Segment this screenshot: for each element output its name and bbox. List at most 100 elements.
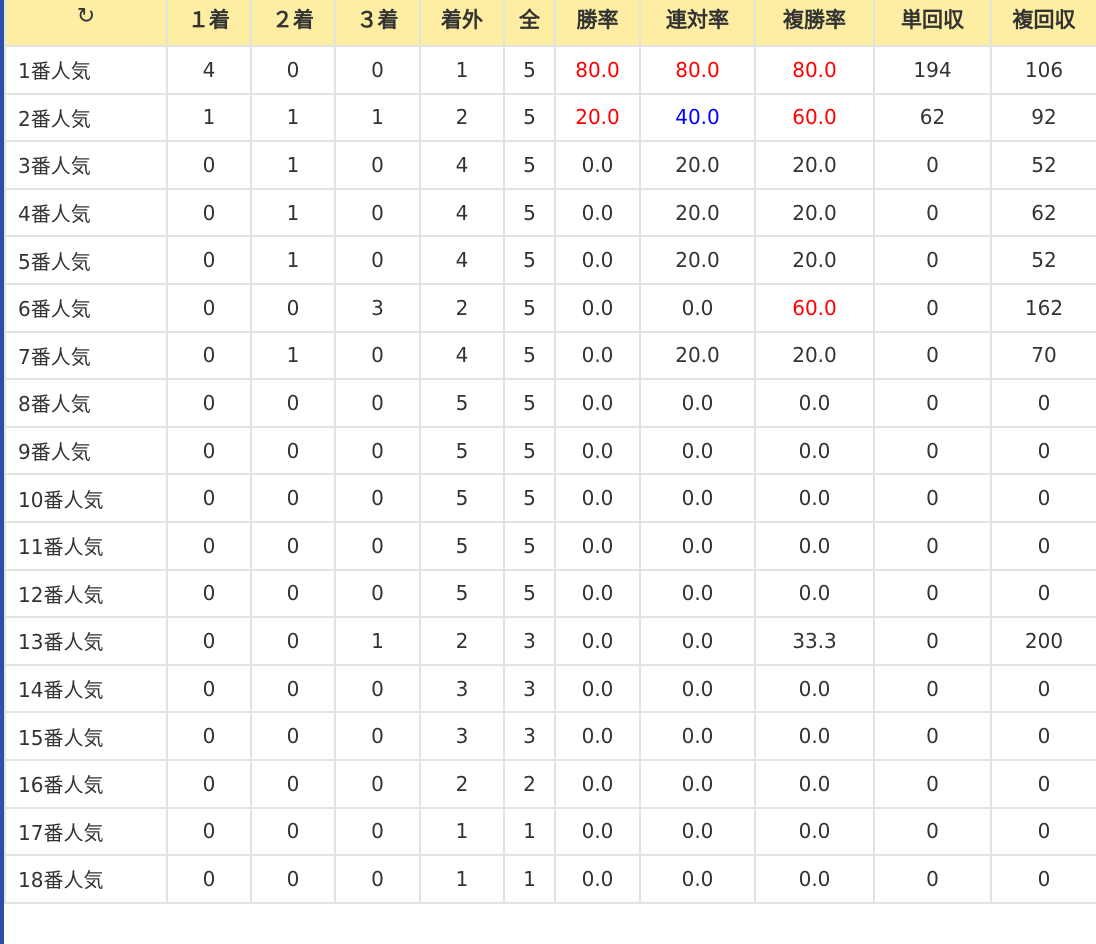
column-header-3rd[interactable]: ３着 (334, 0, 421, 47)
row-label: 4番人気 (4, 187, 168, 238)
column-header-show-return[interactable]: 複回収 (990, 0, 1096, 47)
column-header-win-return[interactable]: 単回収 (873, 0, 992, 47)
cell-total-count: 1 (503, 806, 556, 857)
cell-third-count: 0 (334, 45, 421, 95)
refresh-button[interactable]: ↻ (4, 0, 168, 47)
cell-show-rate: 0.0 (754, 663, 875, 714)
cell-show-return: 0 (990, 520, 1096, 571)
cell-quinella-rate: 0.0 (639, 806, 756, 857)
column-header-2nd[interactable]: ２着 (250, 0, 336, 47)
cell-total-count: 5 (503, 235, 556, 285)
cell-out-count: 2 (419, 282, 505, 333)
row-label: 7番人気 (4, 330, 168, 381)
cell-show-return: 0 (990, 425, 1096, 476)
row-label: 17番人気 (4, 806, 168, 857)
cell-win-return: 0 (873, 425, 992, 476)
cell-show-rate: 20.0 (754, 187, 875, 238)
cell-show-rate: 0.0 (754, 806, 875, 857)
cell-second-count: 0 (250, 425, 336, 476)
cell-second-count: 1 (250, 92, 336, 143)
cell-first-count: 0 (166, 282, 252, 333)
cell-second-count: 0 (250, 663, 336, 714)
cell-win-return: 0 (873, 806, 992, 857)
column-header-out-of-place[interactable]: 着外 (419, 0, 505, 47)
cell-third-count: 0 (334, 425, 421, 476)
cell-show-return: 0 (990, 568, 1096, 619)
cell-total-count: 5 (503, 282, 556, 333)
cell-show-return: 0 (990, 806, 1096, 857)
cell-out-count: 4 (419, 187, 505, 238)
cell-second-count: 0 (250, 520, 336, 571)
cell-win-return: 0 (873, 663, 992, 714)
table-row: 14番人気 0 0 0 3 3 0.0 0.0 0.0 0 0 (4, 663, 1096, 714)
cell-show-rate: 0.0 (754, 520, 875, 571)
cell-win-return: 0 (873, 187, 992, 238)
cell-total-count: 3 (503, 616, 556, 666)
cell-out-count: 2 (419, 92, 505, 143)
cell-total-count: 5 (503, 330, 556, 381)
cell-first-count: 0 (166, 378, 252, 428)
cell-show-return: 62 (990, 187, 1096, 238)
cell-third-count: 0 (334, 663, 421, 714)
cell-total-count: 5 (503, 520, 556, 571)
cell-win-rate: 0.0 (554, 616, 641, 666)
cell-show-rate: 0.0 (754, 854, 875, 904)
table-row: 11番人気 0 0 0 5 5 0.0 0.0 0.0 0 0 (4, 520, 1096, 571)
cell-show-return: 0 (990, 378, 1096, 428)
cell-second-count: 0 (250, 568, 336, 619)
cell-out-count: 5 (419, 568, 505, 619)
table-row: 18番人気 0 0 0 1 1 0.0 0.0 0.0 0 0 (4, 854, 1096, 904)
cell-quinella-rate: 20.0 (639, 235, 756, 285)
column-header-1st[interactable]: １着 (166, 0, 252, 47)
cell-show-return: 0 (990, 854, 1096, 904)
cell-third-count: 0 (334, 140, 421, 190)
table-row: 10番人気 0 0 0 5 5 0.0 0.0 0.0 0 0 (4, 473, 1096, 523)
cell-win-return: 62 (873, 92, 992, 143)
table-row: 15番人気 0 0 0 3 3 0.0 0.0 0.0 0 0 (4, 711, 1096, 761)
cell-win-rate: 0.0 (554, 520, 641, 571)
row-label: 13番人気 (4, 616, 168, 666)
cell-show-return: 0 (990, 758, 1096, 809)
table-row: 7番人気 0 1 0 4 5 0.0 20.0 20.0 0 70 (4, 330, 1096, 381)
cell-show-return: 0 (990, 473, 1096, 523)
cell-quinella-rate: 0.0 (639, 663, 756, 714)
cell-win-rate: 0.0 (554, 378, 641, 428)
cell-quinella-rate: 0.0 (639, 378, 756, 428)
column-header-win-rate[interactable]: 勝率 (554, 0, 641, 47)
cell-first-count: 0 (166, 140, 252, 190)
cell-quinella-rate: 0.0 (639, 425, 756, 476)
cell-win-return: 0 (873, 378, 992, 428)
cell-win-rate: 0.0 (554, 663, 641, 714)
cell-third-count: 0 (334, 187, 421, 238)
cell-first-count: 0 (166, 520, 252, 571)
cell-show-return: 162 (990, 282, 1096, 333)
cell-first-count: 0 (166, 711, 252, 761)
cell-second-count: 0 (250, 616, 336, 666)
cell-second-count: 0 (250, 711, 336, 761)
cell-first-count: 0 (166, 854, 252, 904)
column-header-show-rate[interactable]: 複勝率 (754, 0, 875, 47)
cell-out-count: 4 (419, 330, 505, 381)
row-label: 18番人気 (4, 854, 168, 904)
row-label: 3番人気 (4, 140, 168, 190)
column-header-total[interactable]: 全 (503, 0, 556, 47)
table-body: 1番人気 4 0 0 1 5 80.0 80.0 80.0 194 106 2番人気 1 1 1 2 5 20.0… (4, 45, 1096, 904)
column-header-quinella-rate[interactable]: 連対率 (639, 0, 756, 47)
cell-out-count: 2 (419, 616, 505, 666)
cell-total-count: 5 (503, 45, 556, 95)
cell-win-rate: 0.0 (554, 758, 641, 809)
cell-total-count: 3 (503, 663, 556, 714)
cell-quinella-rate: 0.0 (639, 520, 756, 571)
cell-third-count: 0 (334, 711, 421, 761)
cell-first-count: 0 (166, 235, 252, 285)
cell-third-count: 0 (334, 758, 421, 809)
table-row: 13番人気 0 0 1 2 3 0.0 0.0 33.3 0 200 (4, 616, 1096, 666)
refresh-icon[interactable]: ↻ (77, 4, 95, 29)
cell-first-count: 1 (166, 92, 252, 143)
table-row: 6番人気 0 0 3 2 5 0.0 0.0 60.0 0 162 (4, 282, 1096, 333)
table-row: 4番人気 0 1 0 4 5 0.0 20.0 20.0 0 62 (4, 187, 1096, 238)
cell-total-count: 1 (503, 854, 556, 904)
cell-quinella-rate: 20.0 (639, 187, 756, 238)
row-label: 16番人気 (4, 758, 168, 809)
cell-first-count: 0 (166, 616, 252, 666)
